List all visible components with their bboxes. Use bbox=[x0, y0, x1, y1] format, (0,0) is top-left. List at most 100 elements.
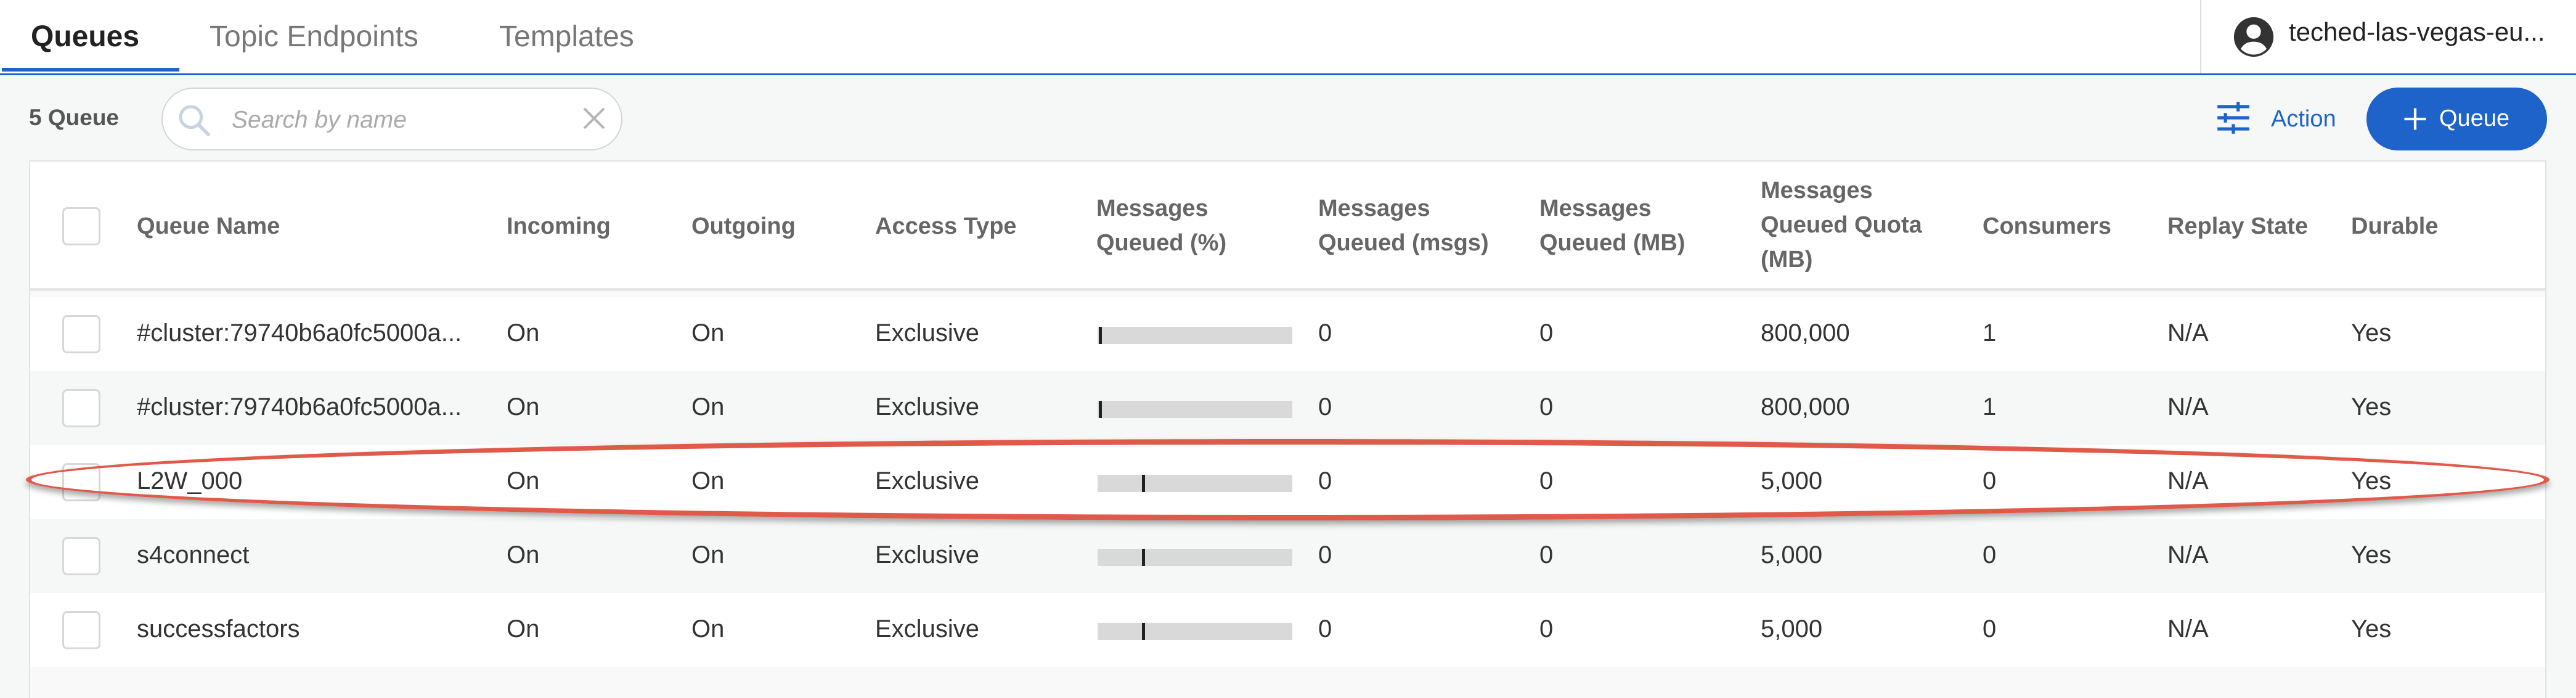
queued-pct-marker bbox=[1099, 327, 1102, 344]
queued-pct-bar bbox=[1098, 549, 1292, 566]
queued-mb-value: 0 bbox=[1539, 615, 1554, 643]
add-queue-label: Queue bbox=[2439, 105, 2510, 131]
quota-value: 800,000 bbox=[1761, 393, 1850, 421]
action-button[interactable]: Action bbox=[2209, 94, 2345, 144]
col-incoming[interactable]: Incoming bbox=[507, 209, 611, 244]
sliders-icon bbox=[2217, 102, 2249, 134]
queued-mb-value: 0 bbox=[1539, 541, 1554, 569]
tab-templates[interactable]: Templates bbox=[499, 0, 634, 73]
col-msgs-count-line2: Queued (msgs) bbox=[1318, 230, 1489, 256]
replay-state-value: N/A bbox=[2167, 615, 2209, 643]
outgoing-value: On bbox=[691, 467, 725, 495]
clear-icon[interactable] bbox=[579, 104, 609, 133]
outgoing-value: On bbox=[691, 615, 725, 643]
queued-mb-value: 0 bbox=[1539, 319, 1554, 347]
col-quota-line2: Queued Quota bbox=[1761, 212, 1922, 238]
search-icon bbox=[179, 105, 211, 137]
access-type-value: Exclusive bbox=[875, 393, 979, 421]
queued-pct-bar bbox=[1098, 327, 1292, 344]
col-msgs-mb[interactable]: Messages Queued (MB) bbox=[1539, 191, 1685, 260]
durable-value: Yes bbox=[2351, 393, 2392, 421]
col-msgs-pct-line1: Messages bbox=[1096, 195, 1209, 221]
queued-pct-bar bbox=[1098, 623, 1292, 640]
table-row[interactable]: successfactors On On Exclusive 0 0 5,000… bbox=[30, 593, 2545, 667]
queued-msgs-value: 0 bbox=[1318, 541, 1332, 569]
queue-name[interactable]: #cluster:79740b6a0fc5000a... bbox=[137, 319, 507, 347]
active-tab-indicator bbox=[2, 68, 179, 72]
queued-mb-value: 0 bbox=[1539, 393, 1554, 421]
search-box[interactable] bbox=[161, 88, 622, 150]
queued-msgs-value: 0 bbox=[1318, 615, 1332, 643]
queued-mb-value: 0 bbox=[1539, 467, 1554, 495]
col-msgs-count-line1: Messages bbox=[1318, 195, 1430, 221]
queued-pct-marker bbox=[1099, 401, 1102, 418]
col-replay-state[interactable]: Replay State bbox=[2167, 209, 2308, 244]
consumers-value: 0 bbox=[1983, 615, 1997, 643]
queued-msgs-value: 0 bbox=[1318, 393, 1332, 421]
row-checkbox[interactable] bbox=[62, 537, 100, 575]
add-queue-button[interactable]: Queue bbox=[2366, 88, 2547, 150]
row-checkbox[interactable] bbox=[62, 463, 100, 501]
queues-table: Queue Name Incoming Outgoing Access Type… bbox=[29, 160, 2546, 698]
queue-name[interactable]: #cluster:79740b6a0fc5000a... bbox=[137, 393, 507, 421]
outgoing-value: On bbox=[691, 319, 725, 347]
top-nav-bar: Queues Topic Endpoints Templates teched-… bbox=[0, 0, 2576, 75]
col-outgoing[interactable]: Outgoing bbox=[691, 209, 796, 244]
select-all-checkbox[interactable] bbox=[62, 207, 100, 245]
queue-count-label: 5 Queue bbox=[29, 105, 119, 130]
replay-state-value: N/A bbox=[2167, 467, 2209, 495]
incoming-value: On bbox=[507, 541, 540, 569]
row-checkbox[interactable] bbox=[62, 315, 100, 353]
row-checkbox[interactable] bbox=[62, 389, 100, 427]
consumers-value: 0 bbox=[1983, 541, 1997, 569]
queue-name[interactable]: successfactors bbox=[137, 615, 507, 643]
col-quota[interactable]: Messages Queued Quota (MB) bbox=[1761, 173, 1922, 277]
user-name: teched-las-vegas-eu... bbox=[2289, 17, 2545, 46]
outgoing-value: On bbox=[691, 541, 725, 569]
table-row[interactable]: #cluster:79740b6a0fc5000a... On On Exclu… bbox=[30, 371, 2545, 445]
quota-value: 5,000 bbox=[1761, 615, 1823, 643]
durable-value: Yes bbox=[2351, 615, 2392, 643]
quota-value: 800,000 bbox=[1761, 319, 1850, 347]
row-checkbox[interactable] bbox=[62, 611, 100, 649]
table-row[interactable]: s4connect On On Exclusive 0 0 5,000 0 N/… bbox=[30, 519, 2545, 593]
col-quota-line1: Messages bbox=[1761, 178, 1873, 203]
col-msgs-count[interactable]: Messages Queued (msgs) bbox=[1318, 191, 1489, 260]
col-access-type[interactable]: Access Type bbox=[875, 209, 1017, 244]
col-consumers[interactable]: Consumers bbox=[1983, 209, 2111, 244]
incoming-value: On bbox=[507, 615, 540, 643]
queued-pct-bar bbox=[1098, 475, 1292, 492]
queued-pct-marker bbox=[1142, 549, 1145, 566]
durable-value: Yes bbox=[2351, 319, 2392, 347]
incoming-value: On bbox=[507, 467, 540, 495]
consumers-value: 1 bbox=[1983, 319, 1997, 347]
plus-icon bbox=[2404, 108, 2426, 130]
replay-state-value: N/A bbox=[2167, 319, 2209, 347]
replay-state-value: N/A bbox=[2167, 541, 2209, 569]
col-durable[interactable]: Durable bbox=[2351, 209, 2438, 244]
col-quota-line3: (MB) bbox=[1761, 247, 1813, 273]
table-header: Queue Name Incoming Outgoing Access Type… bbox=[30, 162, 2545, 291]
queued-msgs-value: 0 bbox=[1318, 467, 1332, 495]
access-type-value: Exclusive bbox=[875, 615, 979, 643]
queue-name[interactable]: s4connect bbox=[137, 541, 507, 569]
user-menu[interactable]: teched-las-vegas-eu... bbox=[2200, 0, 2576, 73]
queue-name[interactable]: L2W_000 bbox=[137, 467, 507, 495]
tab-topic-endpoints[interactable]: Topic Endpoints bbox=[210, 0, 418, 73]
tab-queues[interactable]: Queues bbox=[31, 0, 139, 73]
action-label: Action bbox=[2271, 106, 2336, 132]
queued-pct-marker bbox=[1142, 623, 1145, 640]
search-input[interactable] bbox=[232, 104, 552, 137]
access-type-value: Exclusive bbox=[875, 541, 979, 569]
col-msgs-pct[interactable]: Messages Queued (%) bbox=[1096, 191, 1226, 260]
table-row[interactable]: L2W_000 On On Exclusive 0 0 5,000 0 N/A … bbox=[30, 445, 2545, 519]
quota-value: 5,000 bbox=[1761, 467, 1823, 495]
table-row[interactable]: #cluster:79740b6a0fc5000a... On On Exclu… bbox=[30, 297, 2545, 371]
queued-pct-bar bbox=[1098, 401, 1292, 418]
col-queue-name[interactable]: Queue Name bbox=[137, 209, 280, 244]
access-type-value: Exclusive bbox=[875, 319, 979, 347]
user-icon bbox=[2233, 17, 2274, 57]
durable-value: Yes bbox=[2351, 467, 2392, 495]
consumers-value: 1 bbox=[1983, 393, 1997, 421]
incoming-value: On bbox=[507, 319, 540, 347]
